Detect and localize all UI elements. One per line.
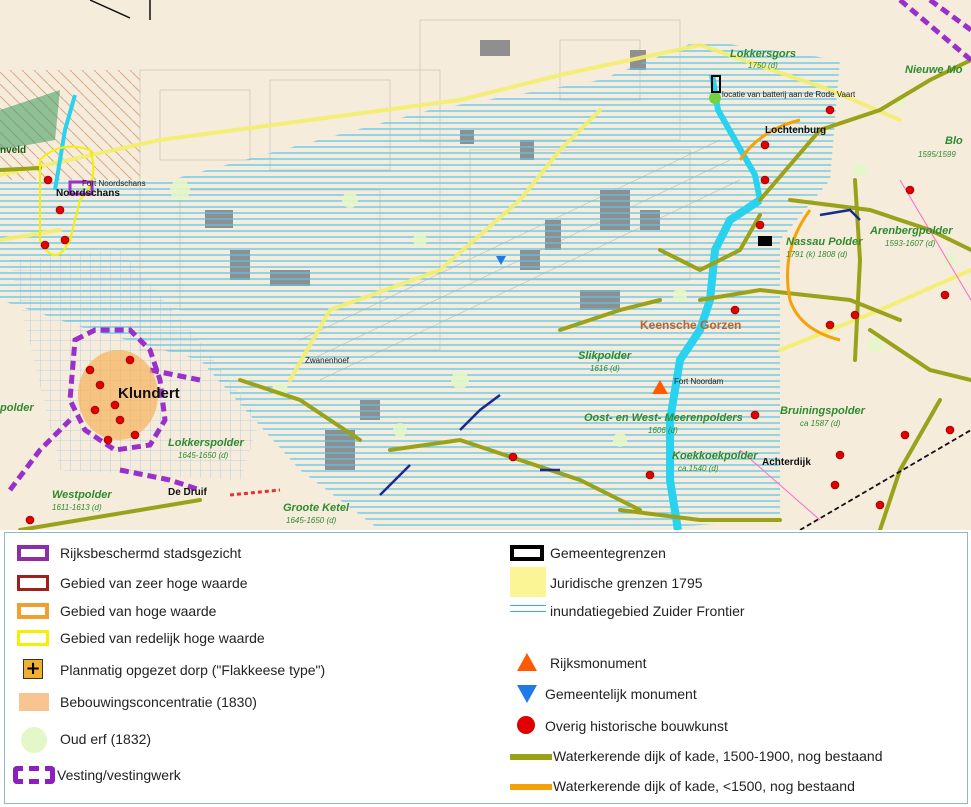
label-locatie-batterij: locatie van batterij aan de Rode Vaart bbox=[722, 90, 856, 99]
map-legend: Rijksbeschermd stadsgezicht Gebied van z… bbox=[4, 532, 968, 804]
cyan-double-line-icon bbox=[510, 605, 546, 612]
polder-lokkerspolder-date: 1645-1650 (d) bbox=[178, 451, 229, 460]
polder-blo-date: 1595/1599 bbox=[918, 150, 956, 159]
polder-nassau: Nassau Polder bbox=[786, 236, 863, 248]
legend-label-rijksbeschermd: Rijksbeschermd stadsgezicht bbox=[60, 545, 242, 561]
label-klundert: Klundert bbox=[118, 385, 180, 402]
map-view[interactable]: nveld Fort Noordschans Noordschans Klund… bbox=[0, 0, 971, 530]
purple-dashed-rect-icon bbox=[13, 766, 55, 784]
label-nveld: nveld bbox=[0, 145, 27, 156]
polder-blo: Blo bbox=[945, 135, 963, 147]
label-de-druif: De Druif bbox=[168, 487, 207, 498]
legend-label-overig-historisch: Overig historische bouwkunst bbox=[545, 718, 728, 734]
pale-green-circle-icon bbox=[21, 727, 47, 753]
legend-label-planmatig-dorp: Planmatig opgezet dorp ("Flakkeese type"… bbox=[60, 662, 326, 678]
polder-slikpolder: Slikpolder bbox=[578, 350, 632, 362]
polder-groote-ketel: Groote Ketel bbox=[283, 502, 350, 514]
label-lochtenburg: Lochtenburg bbox=[765, 125, 827, 136]
legend-label-hoge-waarde: Gebied van hoge waarde bbox=[60, 603, 217, 619]
polder-westpolder: Westpolder bbox=[52, 489, 112, 501]
legend-label-rijksmonument: Rijksmonument bbox=[550, 655, 647, 671]
label-fort-noordschans: Fort Noordschans bbox=[82, 179, 146, 188]
polder-west-edge: polder bbox=[0, 402, 34, 414]
darkred-rect-icon bbox=[17, 575, 49, 591]
orange-triangle-icon bbox=[517, 653, 537, 671]
polder-koekkoekpolder-date: ca.1540 (d) bbox=[678, 464, 719, 473]
polder-koekkoekpolder: Koekkoekpolder bbox=[672, 450, 758, 462]
polder-slikpolder-date: 1616 (d) bbox=[590, 364, 620, 373]
polder-westpolder-date: 1611-1613 (d) bbox=[52, 503, 102, 512]
olive-line-icon bbox=[510, 754, 552, 760]
label-zwanenhoef: Zwanenhoef bbox=[305, 356, 350, 365]
legend-label-zeer-hoge-waarde: Gebied van zeer hoge waarde bbox=[60, 575, 248, 591]
plus-square-icon: + bbox=[23, 659, 43, 679]
legend-label-bebouwingsconcentratie: Bebouwingsconcentratie (1830) bbox=[60, 694, 257, 710]
blue-triangle-down-icon bbox=[517, 685, 537, 703]
label-keensche-gorzen: Keensche Gorzen bbox=[640, 318, 742, 332]
polder-lokkerspolder: Lokkerspolder bbox=[168, 437, 244, 449]
polder-meerenpolders: Oost- en West- Meerenpolders bbox=[584, 412, 743, 424]
polder-groote-ketel-date: 1645-1650 (d) bbox=[286, 516, 337, 525]
polder-lokkersgors-date: 1750 (d) bbox=[748, 61, 778, 70]
map-canvas bbox=[0, 0, 971, 530]
label-achterdijk: Achterdijk bbox=[762, 457, 811, 468]
peach-square-icon bbox=[19, 693, 49, 711]
legend-label-inundatiegebied: inundatiegebied Zuider Frontier bbox=[550, 603, 745, 619]
polder-arenbergpolder-date: 1593-1607 (d) bbox=[885, 239, 936, 248]
legend-label-oud-erf: Oud erf (1832) bbox=[60, 731, 152, 747]
polder-arenbergpolder: Arenbergpolder bbox=[870, 225, 953, 237]
polder-lokkersgors: Lokkersgors bbox=[730, 48, 797, 60]
yellow-rect-icon bbox=[17, 630, 49, 646]
legend-label-gemeentegrenzen: Gemeentegrenzen bbox=[550, 545, 666, 561]
purple-rect-icon bbox=[17, 545, 49, 561]
polder-nieuwe-mo: Nieuwe Mo bbox=[905, 64, 963, 76]
legend-label-vesting: Vesting/vestingwerk bbox=[57, 767, 181, 783]
legend-label-juridische-grenzen: Juridische grenzen 1795 bbox=[550, 575, 703, 591]
legend-label-dijk-1500-1900: Waterkerende dijk of kade, 1500-1900, no… bbox=[553, 748, 883, 764]
polder-meerenpolders-date: 1606 (d) bbox=[648, 426, 678, 435]
legend-label-gemeentelijk-monument: Gemeentelijk monument bbox=[545, 686, 697, 702]
legend-label-dijk-voor-1500: Waterkerende dijk of kade, <1500, nog be… bbox=[553, 778, 855, 794]
black-rect-icon bbox=[510, 545, 544, 561]
pale-yellow-line-icon bbox=[510, 567, 546, 597]
label-noordschans: Noordschans bbox=[56, 188, 120, 199]
orange-line-icon bbox=[510, 784, 552, 790]
label-fort-noordam: Fort Noordam bbox=[674, 377, 724, 386]
polder-bruiningspolder: Bruiningspolder bbox=[780, 405, 865, 417]
legend-label-redelijk-hoge-waarde: Gebied van redelijk hoge waarde bbox=[60, 630, 265, 646]
red-circle-icon bbox=[517, 716, 535, 734]
polder-nassau-date: 1791 (k) 1808 (d) bbox=[786, 250, 848, 259]
orange-rect-icon bbox=[17, 603, 49, 619]
polder-bruiningspolder-date: ca 1587 (d) bbox=[800, 419, 841, 428]
